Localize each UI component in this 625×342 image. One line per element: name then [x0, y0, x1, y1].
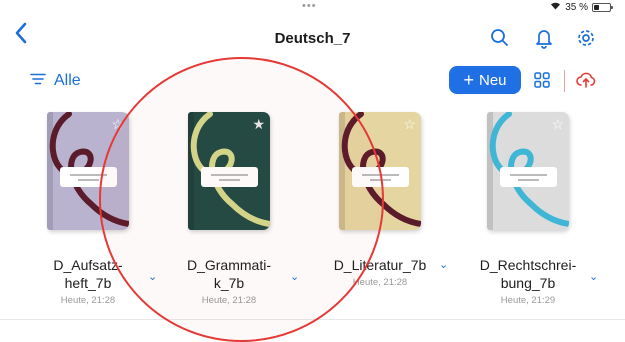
- battery-percent: 35 %: [565, 1, 588, 13]
- gear-icon[interactable]: [575, 27, 597, 49]
- notebook-cover[interactable]: ★: [188, 112, 270, 230]
- navigation-bar: Deutsch_7: [0, 20, 625, 54]
- filter-button[interactable]: Alle: [30, 72, 81, 90]
- new-button-label: Neu: [478, 71, 507, 89]
- notebook-timestamp: Heute, 21:28: [60, 295, 116, 306]
- star-outline-icon[interactable]: ☆: [551, 117, 564, 131]
- toolbar: Alle + Neu: [0, 65, 625, 97]
- filter-label: Alle: [54, 72, 81, 89]
- bottom-divider: [0, 319, 625, 320]
- wifi-icon: [550, 1, 561, 13]
- notebook-caption[interactable]: D_Aufsatz- heft_7b Heute, 21:28: [18, 256, 158, 307]
- notebook-cover[interactable]: ☆: [47, 112, 129, 230]
- notebook-timestamp: Heute, 21:28: [352, 277, 408, 288]
- notebook-title: D_Grammati- k_7b: [186, 257, 271, 291]
- battery-icon: [592, 2, 613, 12]
- cloud-upload-icon[interactable]: [575, 71, 597, 94]
- star-outline-icon[interactable]: ☆: [403, 117, 416, 131]
- star-outline-icon[interactable]: ☆: [111, 117, 124, 131]
- notebook-cover[interactable]: ☆: [339, 112, 421, 230]
- plus-icon: +: [463, 70, 474, 90]
- cover-label: [201, 167, 258, 187]
- cover-label: [352, 167, 409, 187]
- notebook-title: D_Rechtschrei- bung_7b: [479, 257, 577, 291]
- status-bar: ••• 35 %: [0, 0, 625, 16]
- grid-view-icon[interactable]: [534, 72, 550, 93]
- cover-label: [60, 167, 117, 187]
- notebook-caption[interactable]: D_Literatur_7b Heute, 21:28: [310, 256, 450, 289]
- new-button[interactable]: + Neu: [449, 66, 521, 94]
- status-indicators: 35 %: [550, 1, 613, 13]
- bell-icon[interactable]: [533, 27, 555, 49]
- notebook-timestamp: Heute, 21:28: [201, 295, 257, 306]
- notebook-caption[interactable]: D_Rechtschrei- bung_7b Heute, 21:29: [458, 256, 598, 307]
- multitask-dots[interactable]: •••: [302, 0, 317, 12]
- notebook-title: D_Literatur_7b: [333, 257, 427, 273]
- cover-label: [500, 167, 557, 187]
- notebook-timestamp: Heute, 21:29: [500, 295, 556, 306]
- notebook-caption[interactable]: D_Grammati- k_7b Heute, 21:28: [159, 256, 299, 307]
- notebook-cover[interactable]: ☆: [487, 112, 569, 230]
- star-filled-icon[interactable]: ★: [252, 117, 265, 131]
- chevron-down-icon[interactable]: ⌄: [290, 270, 299, 283]
- page-title: Deutsch_7: [274, 30, 351, 47]
- notebook-title: D_Aufsatz- heft_7b: [53, 257, 123, 291]
- search-icon[interactable]: [489, 27, 511, 49]
- filter-icon: [30, 72, 46, 90]
- chevron-down-icon[interactable]: ⌄: [439, 258, 448, 271]
- chevron-down-icon[interactable]: ⌄: [589, 270, 598, 283]
- toolbar-divider: [564, 70, 565, 92]
- chevron-down-icon[interactable]: ⌄: [148, 270, 157, 283]
- notebook-grid: ☆ ★ ☆ ☆ D_Aufsatz- heft_7b Heute, 21:28 …: [0, 106, 625, 306]
